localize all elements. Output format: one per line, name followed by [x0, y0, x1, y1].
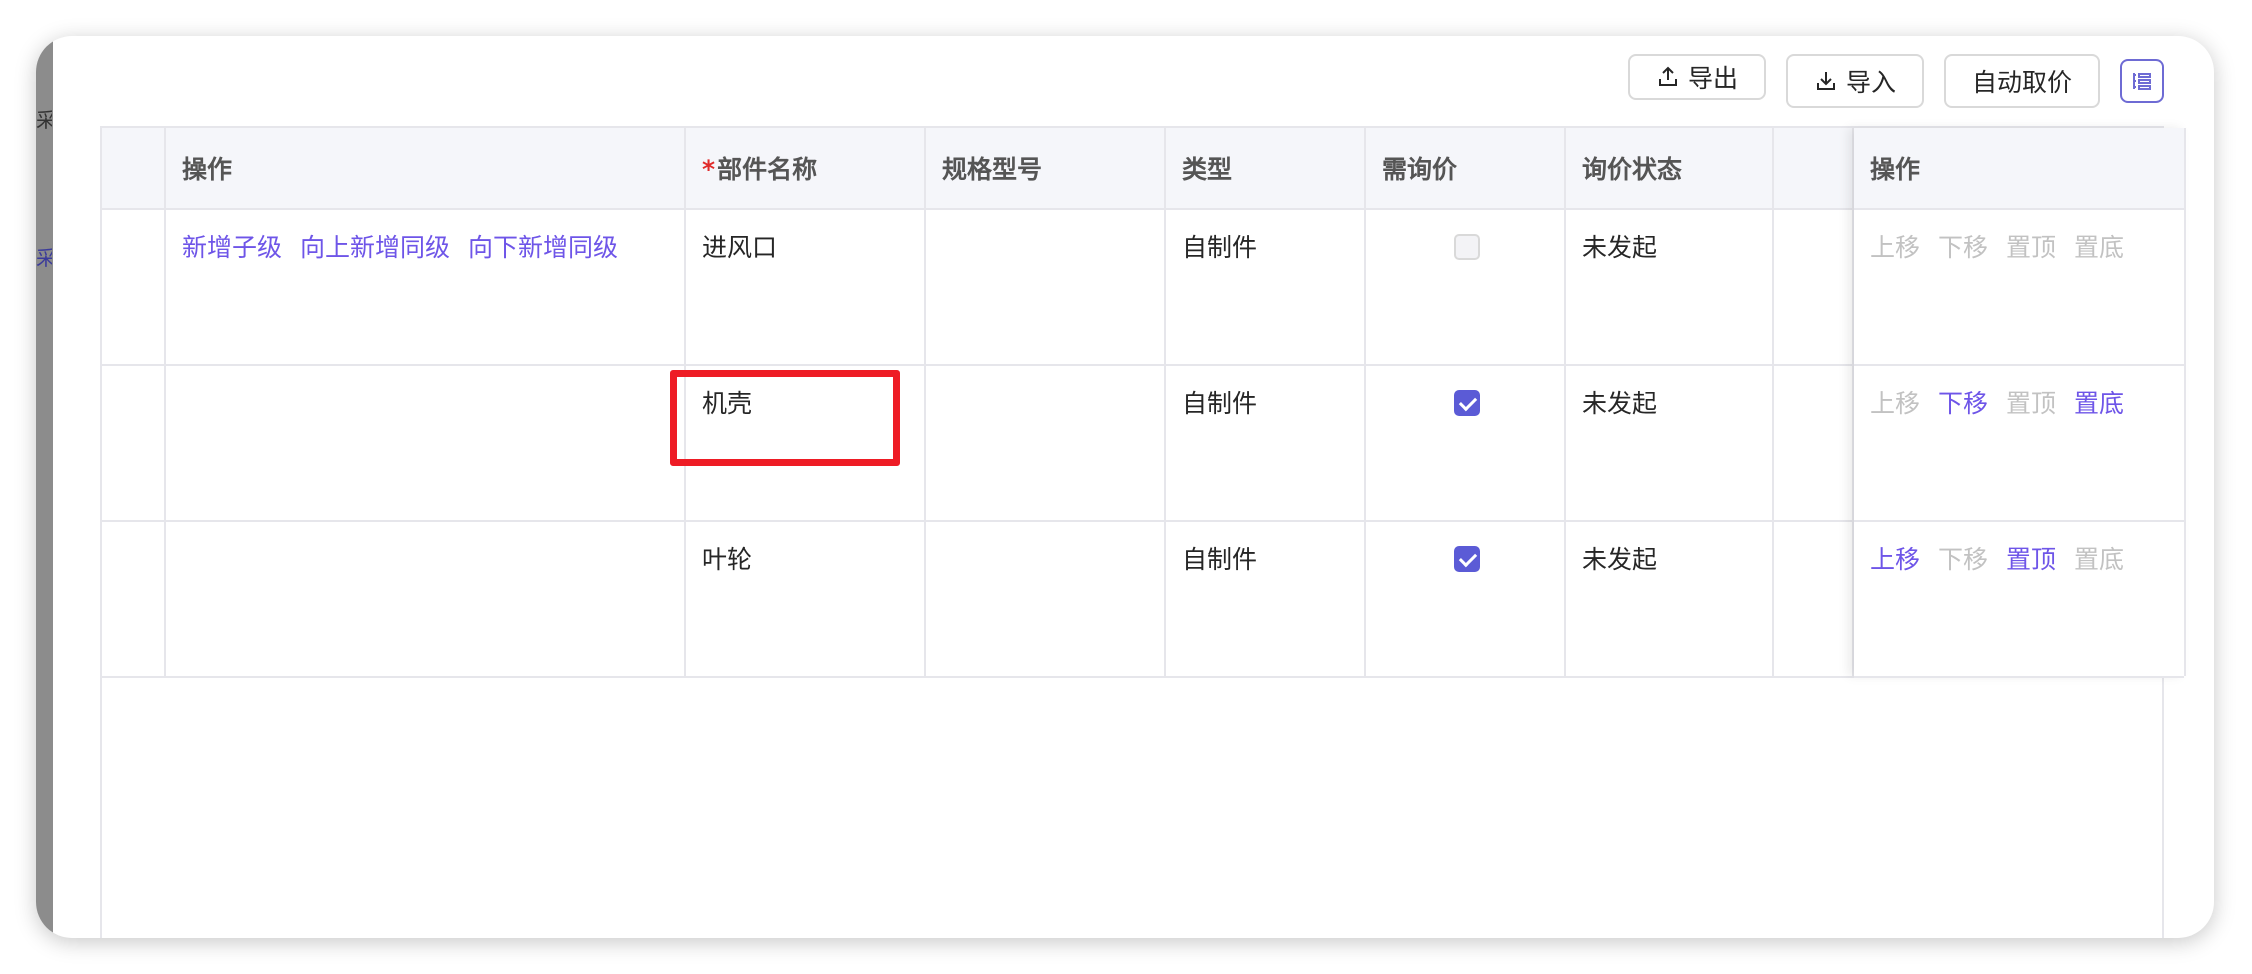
row-actions — [166, 522, 686, 676]
header-extra — [1774, 128, 1854, 208]
header-type: 类型 — [1166, 128, 1366, 208]
spec-cell[interactable] — [926, 366, 1166, 520]
header-spec: 规格型号 — [926, 128, 1166, 208]
quote-status-cell: 未发起 — [1566, 366, 1774, 520]
row-actions — [166, 366, 686, 520]
move-top-link: 置顶 — [2006, 389, 2057, 418]
fixed-operation-column: 操作 上移 下移 置顶 置底 上移 下移 置顶 置底 上移 下移 置顶 置底 — [1854, 128, 2186, 678]
header-need-quote: 需询价 — [1366, 128, 1566, 208]
row-expand — [102, 522, 166, 676]
header-op: 操作 — [1854, 128, 2184, 210]
app-window: 采 采 导出 导入 自动取价 操作 *部件名称 规格型号 类型 需询价 询价状态… — [36, 36, 2214, 938]
highlight-box — [670, 370, 900, 466]
table-row: 新增子级 向上新增同级 向下新增同级 进风口 自制件 未发起 — [102, 210, 1854, 366]
required-mark: * — [702, 155, 716, 184]
move-down-link[interactable]: 下移 — [1938, 389, 1988, 418]
need-quote-checkbox[interactable] — [1454, 234, 1480, 260]
header-part-name: *部件名称 — [686, 128, 926, 208]
auto-price-label: 自动取价 — [1971, 68, 2072, 97]
extra-cell — [1774, 366, 1854, 520]
table-row: 叶轮 自制件 未发起 — [102, 522, 1854, 678]
type-cell[interactable]: 自制件 — [1166, 210, 1366, 364]
move-up-link[interactable]: 上移 — [1870, 545, 1920, 574]
row-expand — [102, 210, 166, 364]
need-quote-cell — [1366, 522, 1566, 676]
header-actions: 操作 — [166, 128, 686, 208]
bom-table: 操作 *部件名称 规格型号 类型 需询价 询价状态 新增子级 向上新增同级 向下新增… — [100, 126, 2186, 938]
part-name-cell[interactable]: 叶轮 — [686, 522, 926, 676]
header-quote-status: 询价状态 — [1566, 128, 1774, 208]
move-down-link: 下移 — [1938, 545, 1989, 574]
export-label: 导出 — [1687, 64, 1738, 93]
need-quote-cell — [1366, 210, 1566, 364]
column-settings-button[interactable] — [2120, 59, 2164, 103]
move-bottom-link: 置底 — [2074, 545, 2125, 574]
spec-cell[interactable] — [926, 210, 1166, 364]
table-toolbar: 导出 导入 自动取价 — [1627, 54, 2164, 108]
left-sidebar-fragment-1: 采 — [36, 108, 52, 132]
need-quote-checkbox[interactable] — [1454, 546, 1480, 572]
auto-price-button[interactable]: 自动取价 — [1943, 54, 2100, 108]
op-row: 上移 下移 置顶 置底 — [1854, 366, 2184, 522]
left-sidebar-fragment-2: 采 — [36, 246, 52, 270]
export-button[interactable]: 导出 — [1627, 54, 1766, 100]
move-bottom-link[interactable]: 置底 — [2074, 389, 2124, 418]
move-top-link[interactable]: 置顶 — [2006, 545, 2056, 574]
part-name-cell[interactable]: 进风口 — [686, 210, 926, 364]
extra-cell — [1774, 522, 1854, 676]
row-actions: 新增子级 向上新增同级 向下新增同级 — [166, 210, 686, 364]
list-settings-icon — [2133, 73, 2151, 90]
add-child-link[interactable]: 新增子级 — [182, 233, 282, 262]
op-row: 上移 下移 置顶 置底 — [1854, 210, 2184, 366]
type-cell[interactable]: 自制件 — [1166, 522, 1366, 676]
header-expand — [102, 128, 166, 208]
spec-cell[interactable] — [926, 522, 1166, 676]
import-label: 导入 — [1845, 68, 1896, 97]
move-bottom-link: 置底 — [2074, 233, 2125, 262]
need-quote-checkbox[interactable] — [1454, 390, 1480, 416]
download-icon — [1816, 72, 1835, 90]
quote-status-cell: 未发起 — [1566, 210, 1774, 364]
extra-cell — [1774, 210, 1854, 364]
op-row: 上移 下移 置顶 置底 — [1854, 522, 2184, 678]
move-down-link: 下移 — [1938, 233, 1989, 262]
upload-icon — [1658, 66, 1677, 86]
move-up-link: 上移 — [1870, 389, 1921, 418]
table-header-row: 操作 *部件名称 规格型号 类型 需询价 询价状态 — [102, 128, 1854, 210]
row-expand — [102, 366, 166, 520]
import-button[interactable]: 导入 — [1785, 54, 1924, 108]
add-above-link[interactable]: 向上新增同级 — [300, 233, 450, 262]
quote-status-cell: 未发起 — [1566, 522, 1774, 676]
add-below-link[interactable]: 向下新增同级 — [468, 233, 618, 262]
table-row: 机壳 自制件 未发起 — [102, 366, 1854, 522]
move-top-link: 置顶 — [2006, 233, 2057, 262]
move-up-link: 上移 — [1870, 233, 1921, 262]
need-quote-cell — [1366, 366, 1566, 520]
type-cell[interactable]: 自制件 — [1166, 366, 1366, 520]
left-sidebar-strip — [36, 36, 53, 938]
header-part-name-label: 部件名称 — [717, 155, 818, 184]
